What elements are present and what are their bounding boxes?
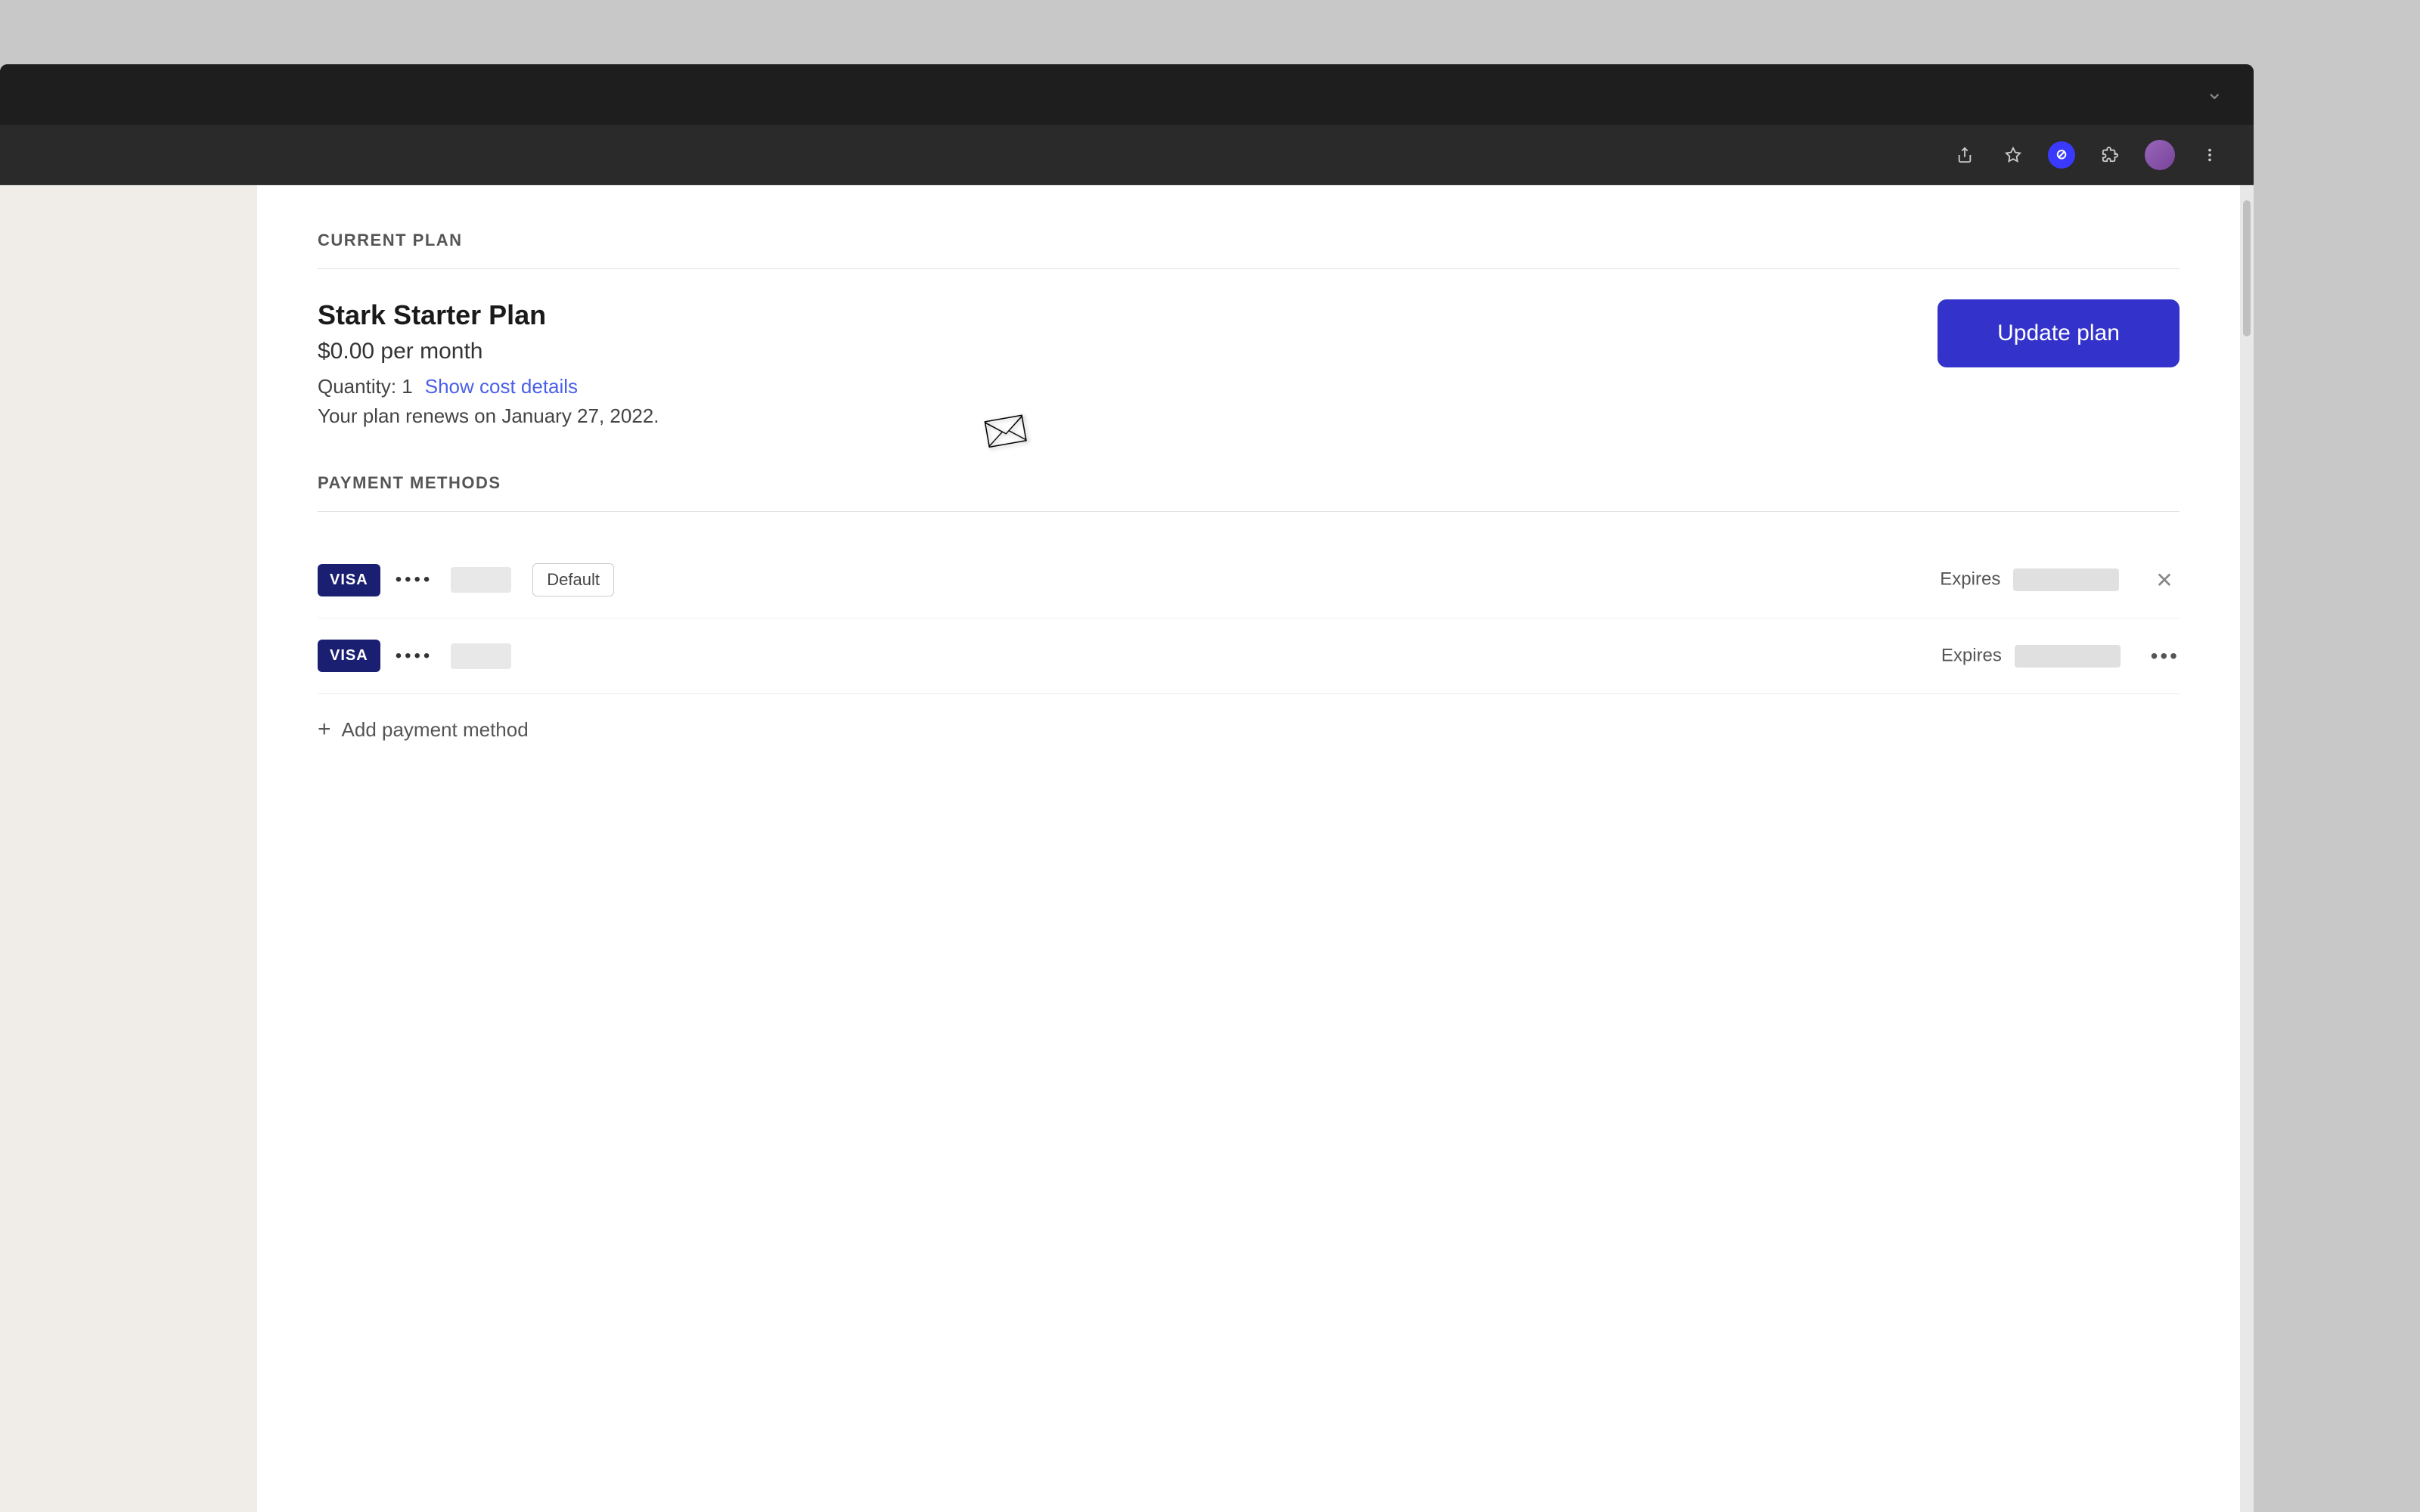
add-payment-method-button[interactable]: + Add payment method xyxy=(318,694,2180,742)
add-icon: + xyxy=(318,717,331,742)
plan-meta: Quantity: 1 Show cost details xyxy=(318,375,1938,398)
visa-badge-1: VISA xyxy=(318,564,380,596)
plan-renewal-text: Your plan renews on January 27, 2022. xyxy=(318,404,1938,428)
avatar[interactable] xyxy=(2145,140,2175,170)
payment-methods-section: PAYMENT METHODS VISA •••• Default Expire… xyxy=(318,473,2180,742)
update-plan-button[interactable]: Update plan xyxy=(1938,299,2180,367)
visa-badge-2: VISA xyxy=(318,640,380,672)
plan-name: Stark Starter Plan xyxy=(318,299,1938,331)
plan-row: Stark Starter Plan $0.00 per month Quant… xyxy=(318,299,2180,428)
browser-toolbar: ⊘ xyxy=(0,125,2254,185)
card-last4-1 xyxy=(451,567,511,593)
expires-label-1: Expires xyxy=(1940,569,2119,591)
expires-date-2 xyxy=(2015,645,2121,668)
remove-card-1-button[interactable]: ✕ xyxy=(2149,565,2180,595)
default-badge: Default xyxy=(532,563,614,596)
card-last4-2 xyxy=(451,643,511,669)
left-panel xyxy=(0,185,257,1512)
payment-card-1: VISA •••• Default Expires ✕ xyxy=(318,542,2180,618)
card-2-more-menu-button[interactable]: ••• xyxy=(2151,644,2180,668)
plan-info: Stark Starter Plan $0.00 per month Quant… xyxy=(318,299,1938,428)
more-menu-icon[interactable] xyxy=(2196,141,2223,169)
expires-date-1 xyxy=(2013,569,2119,591)
adblock-icon[interactable]: ⊘ xyxy=(2048,141,2075,169)
extensions-icon[interactable] xyxy=(2096,141,2124,169)
current-plan-section: CURRENT PLAN Stark Starter Plan $0.00 pe… xyxy=(318,231,2180,428)
avatar-image xyxy=(2145,140,2175,170)
payment-methods-label: PAYMENT METHODS xyxy=(318,473,2180,493)
chevron-down-icon[interactable]: ⌄ xyxy=(2206,79,2223,104)
browser-content: CURRENT PLAN Stark Starter Plan $0.00 pe… xyxy=(0,185,2254,1512)
scrollbar-thumb[interactable] xyxy=(2243,200,2251,336)
card-dots-2: •••• xyxy=(396,646,433,667)
add-payment-label: Add payment method xyxy=(342,718,529,742)
card-dots-1: •••• xyxy=(396,569,433,590)
bookmark-icon[interactable] xyxy=(2000,141,2027,169)
browser-window: ⌄ ⊘ xyxy=(0,64,2254,1512)
share-icon[interactable] xyxy=(1951,141,1978,169)
browser-titlebar: ⌄ xyxy=(0,64,2254,125)
show-cost-details-link[interactable]: Show cost details xyxy=(425,375,578,398)
section-divider xyxy=(318,268,2180,269)
payment-divider xyxy=(318,511,2180,512)
scrollbar[interactable] xyxy=(2240,185,2254,1512)
quantity-label: Quantity: 1 xyxy=(318,375,413,398)
expires-label-2: Expires xyxy=(1941,645,2121,668)
main-content: CURRENT PLAN Stark Starter Plan $0.00 pe… xyxy=(257,185,2240,1512)
payment-card-2: VISA •••• Expires ••• xyxy=(318,618,2180,694)
plan-price: $0.00 per month xyxy=(318,339,1938,364)
current-plan-label: CURRENT PLAN xyxy=(318,231,2180,250)
